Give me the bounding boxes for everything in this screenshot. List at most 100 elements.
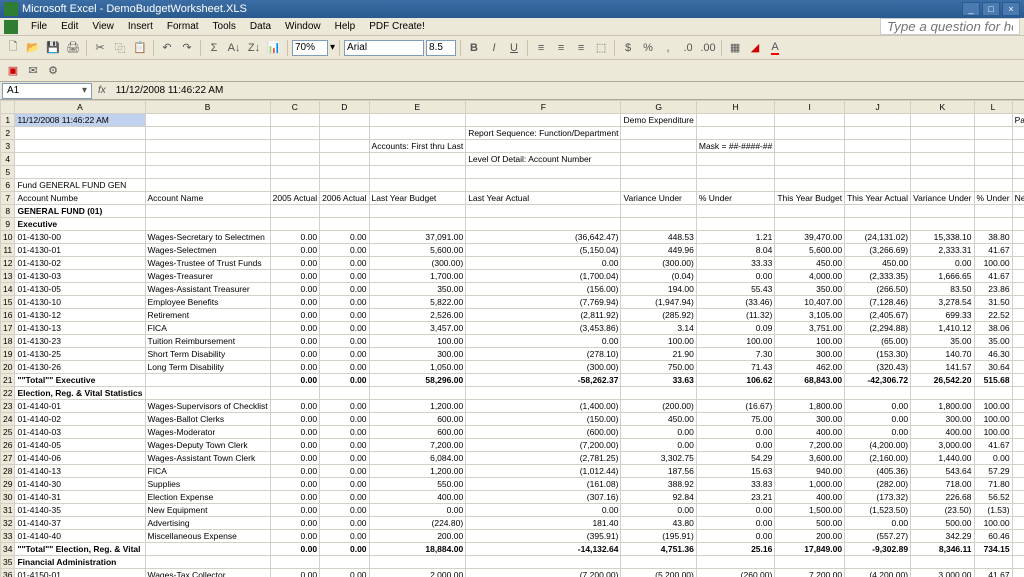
row-header[interactable]: 22 <box>1 387 15 400</box>
cell[interactable]: This Year Actual <box>845 192 911 205</box>
cell[interactable]: 342.29 <box>911 530 974 543</box>
row-header[interactable]: 23 <box>1 400 15 413</box>
cell[interactable]: 718.00 <box>911 478 974 491</box>
cell[interactable]: 83.50 <box>911 283 974 296</box>
cell[interactable]: 450.00 <box>775 257 845 270</box>
cell[interactable] <box>775 114 845 127</box>
cell[interactable]: 100.00 <box>621 335 696 348</box>
cell[interactable]: 3,000.00 <box>911 569 974 577</box>
cell[interactable]: 150.00 <box>1012 504 1024 517</box>
cell[interactable]: 0.00 <box>845 426 911 439</box>
row-header[interactable]: 13 <box>1 270 15 283</box>
cell[interactable] <box>1012 556 1024 569</box>
cell[interactable]: 11/12/2008 11:46:22 AM <box>15 114 145 127</box>
row-header[interactable]: 1 <box>1 114 15 127</box>
cell[interactable]: -42,306.72 <box>845 374 911 387</box>
cell[interactable] <box>621 556 696 569</box>
cell[interactable]: 0.00 <box>696 426 774 439</box>
cell[interactable] <box>911 153 974 166</box>
row-header[interactable]: 3 <box>1 140 15 153</box>
cell[interactable]: Wages-Tax Collector <box>145 569 270 577</box>
cell[interactable]: 71.43 <box>696 361 774 374</box>
cell[interactable]: 450.00 <box>621 413 696 426</box>
row-header[interactable]: 12 <box>1 257 15 270</box>
cell[interactable]: 33.83 <box>696 478 774 491</box>
cell[interactable]: 01-4140-31 <box>15 491 145 504</box>
cell[interactable] <box>696 153 774 166</box>
cell[interactable]: 0.00 <box>320 413 369 426</box>
cell[interactable]: 194.00 <box>621 283 696 296</box>
cell[interactable]: 01-4140-02 <box>15 413 145 426</box>
cell[interactable] <box>145 140 270 153</box>
name-box[interactable]: A1 ▾ <box>2 83 92 99</box>
cell[interactable]: 940.00 <box>775 465 845 478</box>
cell[interactable]: 18,884.00 <box>369 543 466 556</box>
cell[interactable]: 0.00 <box>320 348 369 361</box>
row-header[interactable]: 10 <box>1 231 15 244</box>
autosum-icon[interactable]: Σ <box>205 39 223 57</box>
cell[interactable]: 1,050.00 <box>369 361 466 374</box>
cell[interactable]: 0.00 <box>270 452 319 465</box>
cell[interactable] <box>270 153 319 166</box>
cell[interactable]: 23.86 <box>974 283 1012 296</box>
cell[interactable]: (195.91) <box>621 530 696 543</box>
cell[interactable] <box>911 387 974 400</box>
cell[interactable]: (600.00) <box>466 426 621 439</box>
cell[interactable]: -14,132.64 <box>466 543 621 556</box>
cell[interactable]: (282.00) <box>845 478 911 491</box>
cell[interactable]: 01-4130-02 <box>15 257 145 270</box>
cell[interactable] <box>775 179 845 192</box>
cell[interactable] <box>1012 387 1024 400</box>
cell[interactable]: 33.63 <box>621 374 696 387</box>
cell[interactable]: 3,600.00 <box>775 452 845 465</box>
row-header[interactable]: 32 <box>1 517 15 530</box>
cell[interactable]: 1,500.00 <box>775 504 845 517</box>
cell[interactable]: (1,700.04) <box>466 270 621 283</box>
cell[interactable]: (307.16) <box>466 491 621 504</box>
cell[interactable]: 0.00 <box>320 335 369 348</box>
cell[interactable]: 0.00 <box>320 478 369 491</box>
cell[interactable]: 0.00 <box>466 335 621 348</box>
menu-view[interactable]: View <box>85 20 121 33</box>
cell[interactable]: 2,526.00 <box>369 309 466 322</box>
cell[interactable]: 01-4130-10 <box>15 296 145 309</box>
cell[interactable] <box>145 218 270 231</box>
cell[interactable]: 0.00 <box>270 257 319 270</box>
cell[interactable]: 3,457.00 <box>369 322 466 335</box>
align-right-icon[interactable]: ≡ <box>572 39 590 57</box>
cell[interactable]: 01-4130-05 <box>15 283 145 296</box>
zoom-input[interactable] <box>292 40 328 56</box>
cell[interactable]: 0.00 <box>270 530 319 543</box>
cell[interactable] <box>845 127 911 140</box>
cell[interactable]: 187.56 <box>621 465 696 478</box>
cell[interactable] <box>775 387 845 400</box>
cell[interactable] <box>15 127 145 140</box>
cell[interactable]: 1,200.00 <box>1012 465 1024 478</box>
cell[interactable] <box>974 387 1012 400</box>
cell[interactable] <box>270 166 319 179</box>
cell[interactable]: 0.00 <box>320 257 369 270</box>
cell[interactable]: 100.00 <box>1012 335 1024 348</box>
cell[interactable] <box>911 127 974 140</box>
col-header-F[interactable]: F <box>466 101 621 114</box>
cell[interactable]: 0.00 <box>270 322 319 335</box>
cell[interactable]: 0.00 <box>320 231 369 244</box>
cell[interactable]: 0.00 <box>621 504 696 517</box>
cell[interactable]: (24,131.02) <box>845 231 911 244</box>
cell[interactable]: 8,346.11 <box>911 543 974 556</box>
cell[interactable]: Accounts: First thru Last <box>369 140 466 153</box>
cell[interactable]: 0.00 <box>696 439 774 452</box>
cell[interactable] <box>466 140 621 153</box>
font-select[interactable] <box>344 40 424 56</box>
cell[interactable]: 400.00 <box>1012 491 1024 504</box>
row-header[interactable]: 2 <box>1 127 15 140</box>
cell[interactable]: 01-4140-01 <box>15 400 145 413</box>
cell[interactable] <box>145 543 270 556</box>
cell[interactable]: 0.00 <box>270 426 319 439</box>
cell[interactable] <box>621 218 696 231</box>
cell[interactable]: 1,800.00 <box>1012 400 1024 413</box>
cell[interactable]: 0.00 <box>270 569 319 577</box>
cell[interactable]: Wages-Moderator <box>145 426 270 439</box>
cell[interactable] <box>15 153 145 166</box>
cell[interactable]: 0.00 <box>845 517 911 530</box>
